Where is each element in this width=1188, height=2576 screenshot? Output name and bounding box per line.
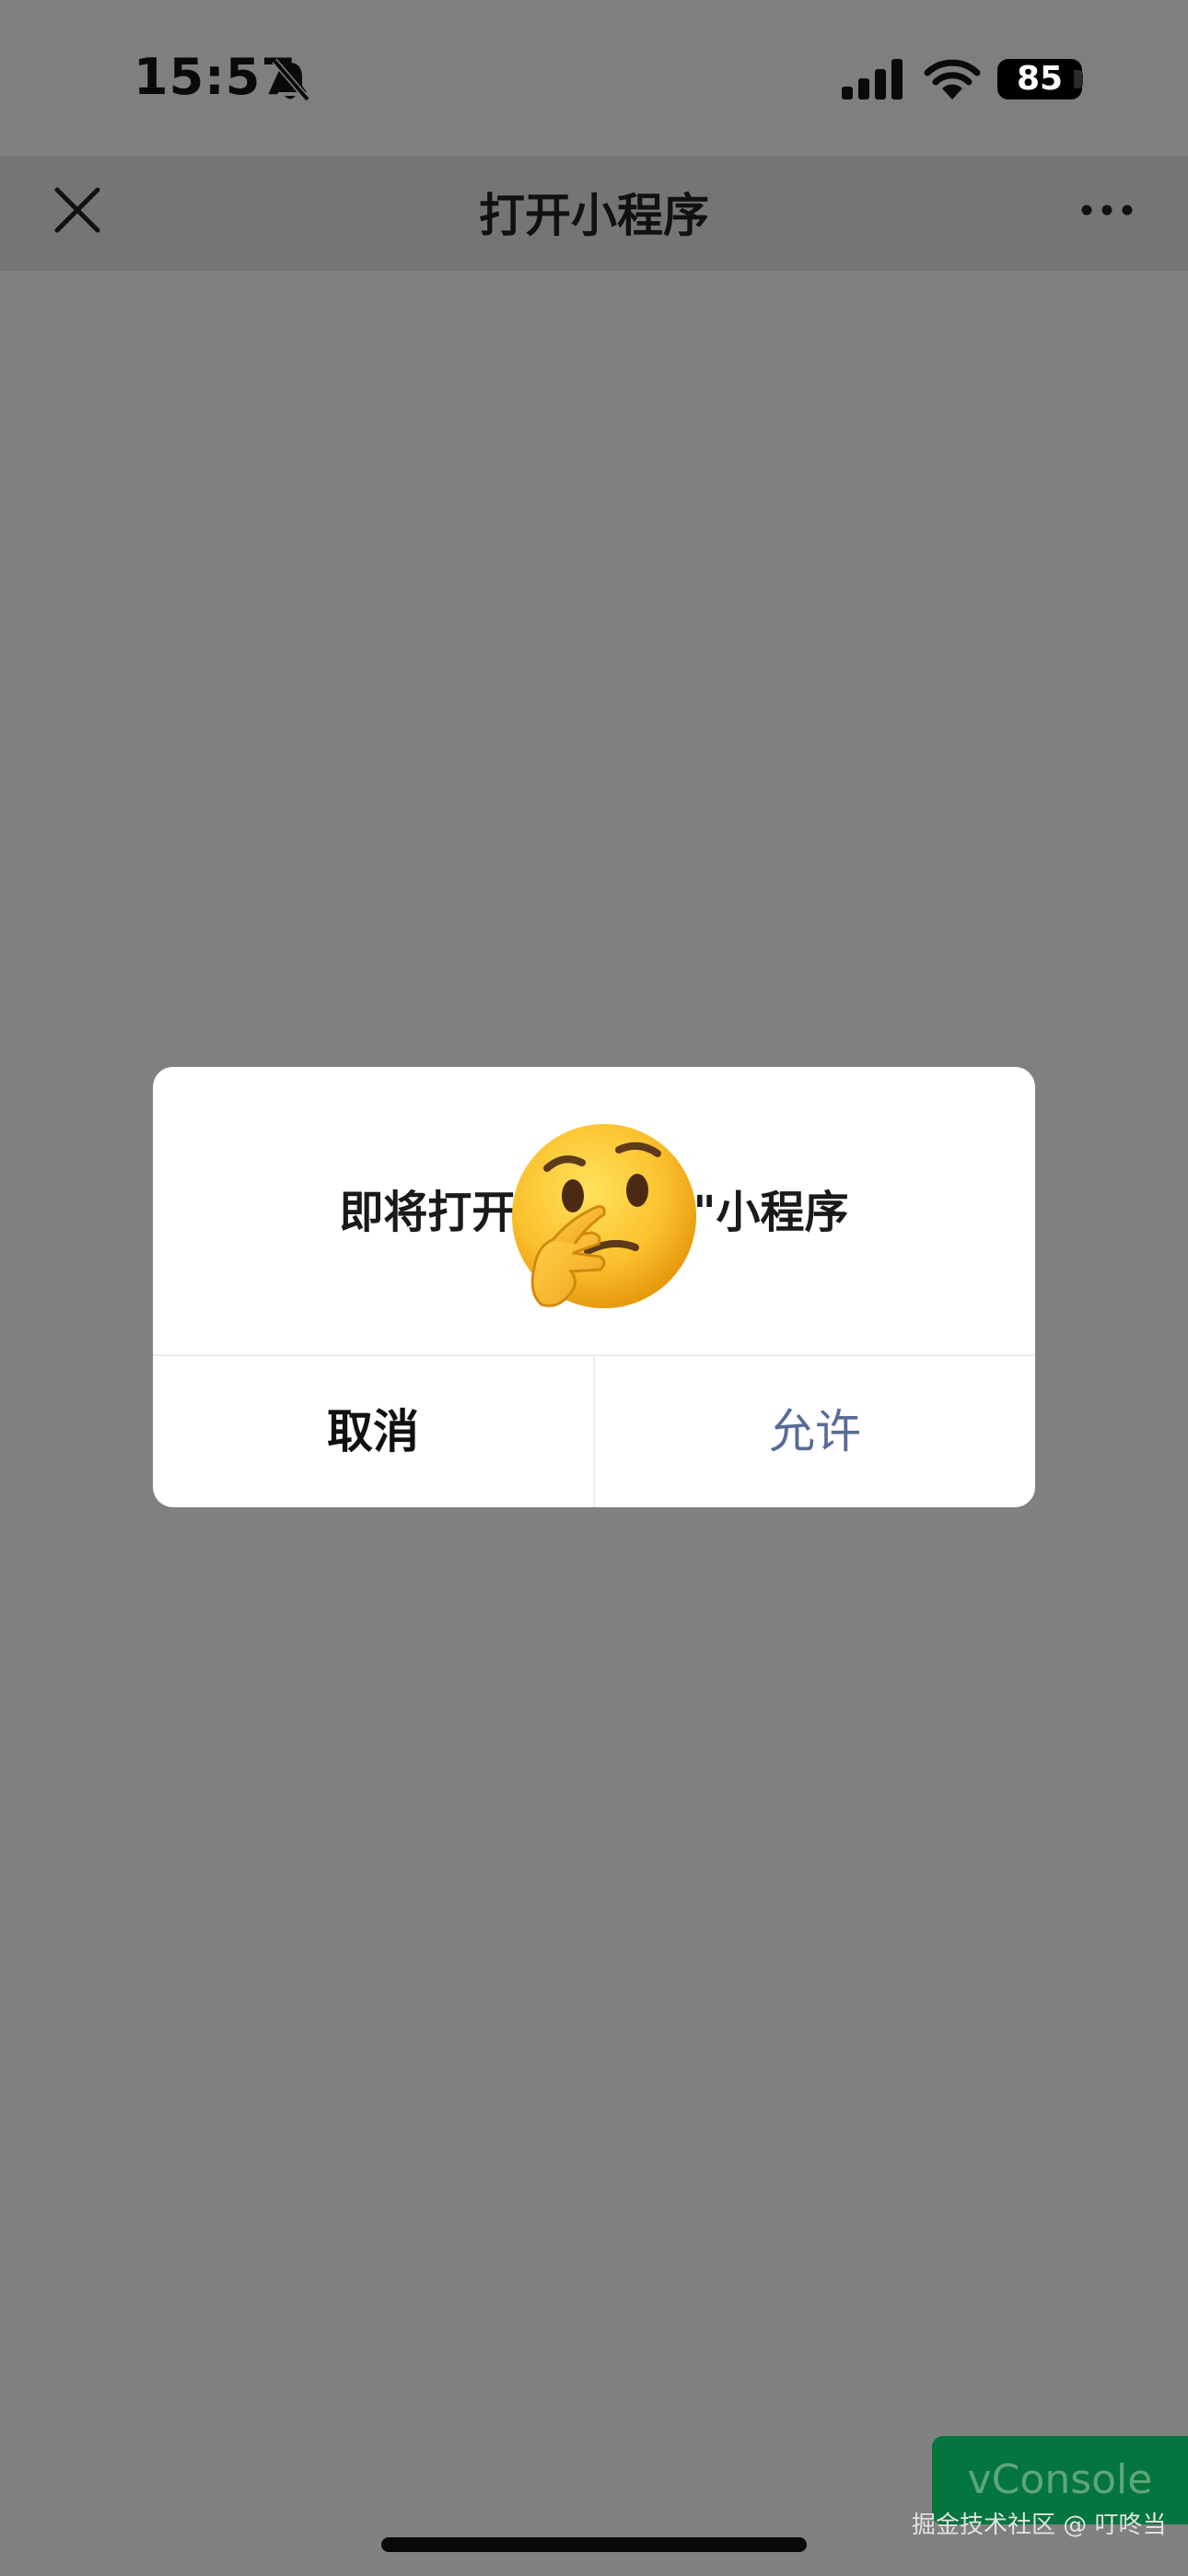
page-title: 打开小程序	[479, 189, 709, 242]
battery-cap	[1074, 70, 1083, 88]
allow-button[interactable]: 允许	[595, 1356, 1035, 1507]
bell-muted-icon	[272, 58, 310, 102]
wifi-icon	[924, 59, 981, 100]
cellular-signal-icon	[842, 59, 903, 100]
more-options-icon[interactable]	[1079, 192, 1135, 228]
watermark: 掘金技术社区 @ 叮咚当	[912, 2512, 1167, 2539]
cancel-button[interactable]: 取消	[153, 1356, 593, 1507]
battery-indicator: 85	[997, 59, 1082, 100]
home-indicator[interactable]	[381, 2537, 807, 2552]
thinking-face-emoji-icon	[512, 1124, 696, 1308]
